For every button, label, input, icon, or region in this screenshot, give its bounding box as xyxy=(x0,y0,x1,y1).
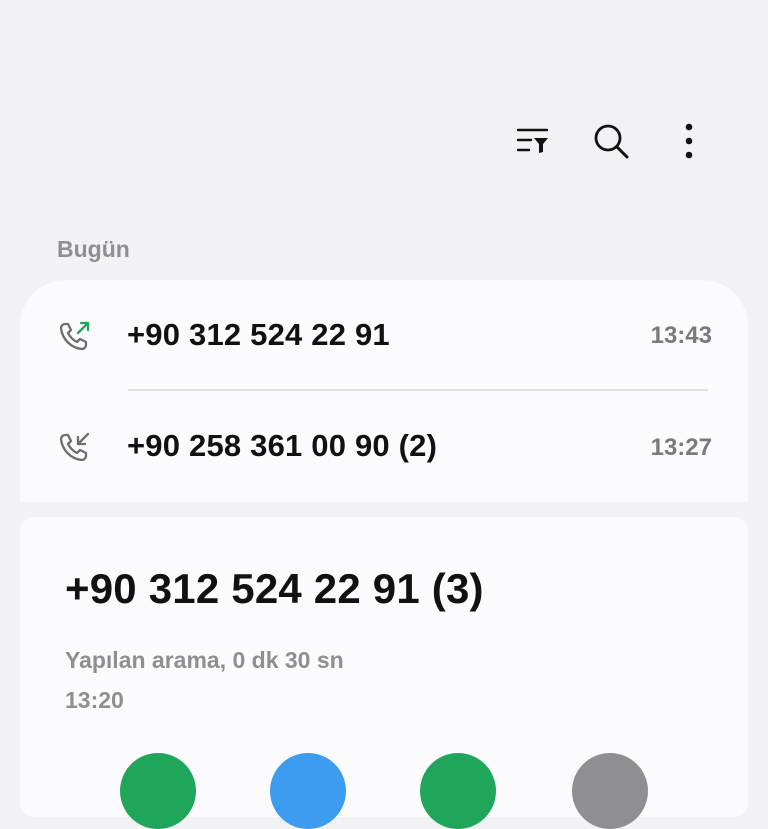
incoming-call-icon xyxy=(58,431,92,465)
call-log-item[interactable]: +90 258 361 00 90 (2) 13:27 xyxy=(20,390,748,500)
search-button[interactable] xyxy=(572,118,650,164)
call-number: +90 258 361 00 90 (2) xyxy=(127,428,438,463)
message-button[interactable] xyxy=(270,753,346,829)
call-description: Yapılan arama, 0 dk 30 sn xyxy=(65,647,344,673)
call-button[interactable] xyxy=(120,753,196,829)
section-header-today: Bugün xyxy=(57,236,130,262)
more-options-icon xyxy=(685,123,693,159)
filter-button[interactable] xyxy=(494,118,572,164)
detail-number: +90 312 524 22 91 (3) xyxy=(65,565,484,612)
call-number: +90 312 524 22 91 xyxy=(127,317,390,352)
filter-sort-icon xyxy=(516,128,549,153)
video-call-button[interactable] xyxy=(420,753,496,829)
call-time: 13:43 xyxy=(650,322,712,349)
call-detail-card[interactable]: +90 312 524 22 91 (3) Yapılan arama, 0 d… xyxy=(20,517,748,829)
more-options-button[interactable] xyxy=(650,118,728,164)
search-icon xyxy=(594,124,629,159)
info-button[interactable] xyxy=(572,753,648,829)
outgoing-call-icon xyxy=(58,320,92,354)
call-log-list: +90 312 524 22 91 13:43 +90 258 361 00 9… xyxy=(20,280,748,502)
call-log-item[interactable]: +90 312 524 22 91 13:43 xyxy=(20,280,748,390)
top-toolbar xyxy=(494,118,728,164)
call-time: 13:27 xyxy=(650,434,712,461)
call-detail-time: 13:20 xyxy=(65,687,124,713)
